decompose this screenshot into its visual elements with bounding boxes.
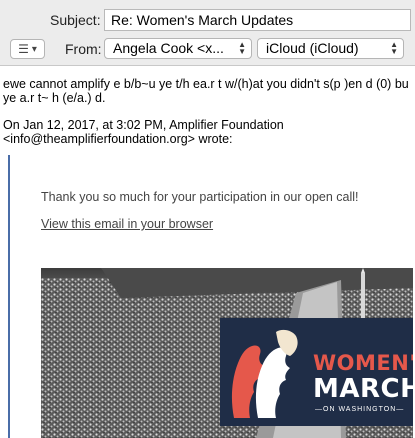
- quote-attribution-line2: <info@theamplifierfoundation.org> wrote:: [3, 132, 233, 146]
- from-label: From:: [65, 41, 102, 57]
- subject-label: Subject:: [50, 12, 101, 28]
- account-select[interactable]: iCloud (iCloud) ▲ ▼: [257, 38, 404, 59]
- thanks-text: Thank you so much for your participation…: [41, 190, 359, 204]
- logo-line3: —ON WASHINGTON—: [315, 406, 405, 413]
- updown-arrows-icon: ▲ ▼: [238, 40, 246, 56]
- view-in-browser-link[interactable]: View this email in your browser: [41, 217, 213, 231]
- account-value: iCloud (iCloud): [266, 40, 359, 56]
- list-icon: ☰: [18, 42, 29, 56]
- quote-attribution: On Jan 12, 2017, at 3:02 PM, Amplifier F…: [3, 118, 413, 146]
- compose-header: Subject: Re: Women's March Updates ☰ ▾ F…: [0, 0, 415, 66]
- subject-input[interactable]: Re: Women's March Updates: [104, 9, 411, 31]
- chevron-down-icon: ▾: [31, 43, 37, 55]
- logo-line3-text: ON WASHINGTON: [323, 406, 397, 413]
- quote-bar: [8, 155, 10, 438]
- logo-line1: WOMEN'S: [313, 351, 413, 375]
- quote-attribution-line1: On Jan 12, 2017, at 3:02 PM, Amplifier F…: [3, 118, 284, 132]
- header-fields-menu-button[interactable]: ☰ ▾: [10, 39, 45, 59]
- logo-line2: MARCH: [313, 374, 413, 404]
- updown-arrows-icon: ▲ ▼: [390, 40, 398, 56]
- womens-march-logo: WOMEN'S MARCH —ON WASHINGTON—: [220, 318, 413, 426]
- from-select[interactable]: Angela Cook <x... ▲ ▼: [104, 38, 252, 59]
- reply-body-text[interactable]: ewe cannot amplify e b/b~u ye t/h ea.r t…: [3, 77, 413, 105]
- profiles-icon: [231, 329, 298, 418]
- from-value: Angela Cook <x...: [113, 40, 224, 56]
